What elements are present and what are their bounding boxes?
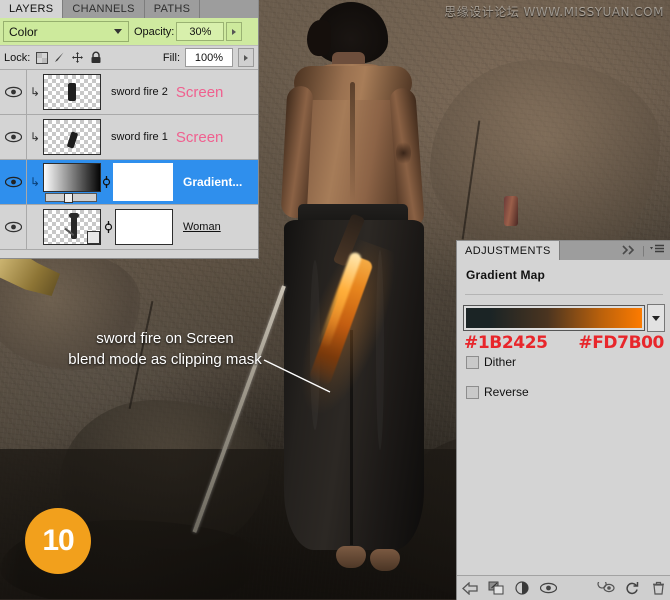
reverse-label: Reverse bbox=[484, 385, 529, 399]
panel-menu-icon[interactable] bbox=[649, 242, 665, 260]
layer-mask-thumbnail[interactable] bbox=[115, 209, 173, 245]
layer-visibility-toggle[interactable] bbox=[0, 160, 27, 204]
tab-adjustments[interactable]: ADJUSTMENTS bbox=[457, 241, 560, 260]
layer-row-gradient-map[interactable]: ↳ Gradient... bbox=[0, 160, 258, 205]
reverse-option-row[interactable]: Reverse bbox=[457, 369, 670, 399]
tattoo bbox=[396, 140, 411, 166]
reverse-checkbox[interactable] bbox=[466, 385, 479, 399]
layers-panel: LAYERS CHANNELS PATHS Color Opacity: 30%… bbox=[0, 0, 259, 259]
eye-icon bbox=[4, 221, 22, 233]
fill-label: Fill: bbox=[162, 51, 180, 64]
layer-visibility-toggle[interactable] bbox=[0, 115, 27, 159]
eye-icon bbox=[4, 86, 22, 98]
adjustment-layer-icon[interactable] bbox=[509, 577, 535, 599]
gradient-thumbnail-slider bbox=[45, 192, 97, 203]
back-arrow-icon[interactable] bbox=[457, 577, 483, 599]
layer-row-woman[interactable]: Woman bbox=[0, 205, 258, 250]
blend-mode-select[interactable]: Color bbox=[3, 21, 129, 42]
panel-header-icons: | bbox=[622, 242, 670, 260]
layer-visibility-toggle[interactable] bbox=[0, 70, 27, 114]
left-foot bbox=[336, 546, 366, 568]
layer-mask-thumbnail[interactable] bbox=[113, 163, 173, 201]
dither-checkbox[interactable] bbox=[466, 355, 479, 369]
eye-icon bbox=[4, 176, 22, 188]
clipping-mask-indicator: ↳ bbox=[29, 85, 41, 99]
gradient-preset-dropdown[interactable] bbox=[647, 304, 665, 332]
clip-to-layer-icon[interactable] bbox=[483, 577, 509, 599]
opacity-input[interactable]: 30% bbox=[176, 22, 225, 41]
panel-divider: | bbox=[642, 244, 645, 257]
gradient-editor-row bbox=[457, 295, 670, 332]
layer-name-label: sword fire 1 bbox=[111, 131, 168, 143]
clipping-mask-indicator: ↳ bbox=[29, 175, 41, 189]
adjustments-footer-toolbar bbox=[457, 575, 670, 600]
reset-icon[interactable] bbox=[619, 577, 645, 599]
layer-mask-link-icon[interactable] bbox=[101, 220, 115, 234]
annotation-line-2: blend mode as clipping mask bbox=[68, 351, 262, 368]
move-lock-icon[interactable] bbox=[71, 51, 84, 64]
layer-thumbnail[interactable] bbox=[43, 119, 101, 155]
tab-paths[interactable]: PATHS bbox=[144, 0, 201, 18]
adjustments-panel: ADJUSTMENTS | Gradient Map #1B2425 #FD7B… bbox=[456, 240, 670, 600]
delete-icon[interactable] bbox=[645, 577, 670, 599]
layer-name-label: sword fire 2 bbox=[111, 86, 168, 98]
layers-panel-tabbar: LAYERS CHANNELS PATHS bbox=[0, 0, 258, 18]
layer-row-sword-fire-1[interactable]: ↳ sword fire 1 Screen bbox=[0, 115, 258, 160]
watermark-text: 思缘设计论坛 WWW.MISSYUAN.COM bbox=[444, 5, 664, 19]
tabbar-filler bbox=[200, 0, 258, 18]
right-foot bbox=[370, 549, 400, 571]
annotation-text: sword fire on Screen blend mode as clipp… bbox=[30, 328, 300, 370]
layer-name-label: Gradient... bbox=[183, 175, 243, 189]
brush-lock-icon[interactable] bbox=[53, 51, 66, 64]
collapse-chevrons-icon[interactable] bbox=[622, 242, 638, 260]
lock-bar: Lock: Fill: 100% bbox=[0, 46, 258, 70]
gradient-map-thumbnail[interactable] bbox=[43, 162, 101, 203]
chevron-down-icon bbox=[114, 29, 122, 34]
tab-layers[interactable]: LAYERS bbox=[0, 0, 64, 18]
layer-visibility-toggle[interactable] bbox=[0, 205, 27, 249]
blend-mode-bar: Color Opacity: 30% bbox=[0, 18, 258, 46]
lock-all-icon[interactable] bbox=[89, 51, 102, 64]
annotation-line-1: sword fire on Screen bbox=[96, 330, 234, 347]
fill-slider-arrow[interactable] bbox=[238, 48, 254, 67]
clipping-mask-indicator: ↳ bbox=[29, 130, 41, 144]
layer-mask-link-icon[interactable] bbox=[99, 175, 113, 189]
adjustment-title: Gradient Map bbox=[466, 268, 546, 282]
layer-thumbnail[interactable] bbox=[43, 74, 101, 110]
gradient-end-hex-label: #FD7B00 bbox=[578, 333, 664, 353]
dither-label: Dither bbox=[484, 355, 517, 369]
gradient-start-hex-label: #1B2425 bbox=[464, 333, 548, 353]
toggle-visibility-icon[interactable] bbox=[535, 577, 561, 599]
preview-eye-icon[interactable] bbox=[593, 577, 619, 599]
fill-input[interactable]: 100% bbox=[185, 48, 233, 67]
gradient-hex-annotations: #1B2425 #FD7B00 bbox=[457, 332, 670, 353]
blend-mode-value: Color bbox=[9, 24, 38, 39]
step-number-badge: 10 bbox=[25, 508, 91, 574]
gradient-preview-bar[interactable] bbox=[463, 305, 645, 331]
opacity-label: Opacity: bbox=[134, 25, 175, 38]
layer-name-label: Woman bbox=[183, 221, 221, 233]
opacity-slider-arrow[interactable] bbox=[226, 22, 243, 41]
dither-option-row[interactable]: Dither bbox=[457, 353, 670, 369]
eye-icon bbox=[4, 131, 22, 143]
layer-blend-annotation: Screen bbox=[175, 128, 224, 146]
lock-label: Lock: bbox=[4, 51, 31, 64]
tab-channels[interactable]: CHANNELS bbox=[63, 0, 145, 18]
layer-blend-annotation: Screen bbox=[175, 83, 224, 101]
hair-side bbox=[307, 20, 331, 56]
adjustments-tabbar: ADJUSTMENTS | bbox=[457, 241, 670, 260]
spine-shading bbox=[350, 82, 355, 202]
transparency-lock-icon[interactable] bbox=[35, 51, 48, 64]
layer-row-sword-fire-2[interactable]: ↳ sword fire 2 Screen bbox=[0, 70, 258, 115]
layer-thumbnail[interactable] bbox=[43, 209, 101, 245]
